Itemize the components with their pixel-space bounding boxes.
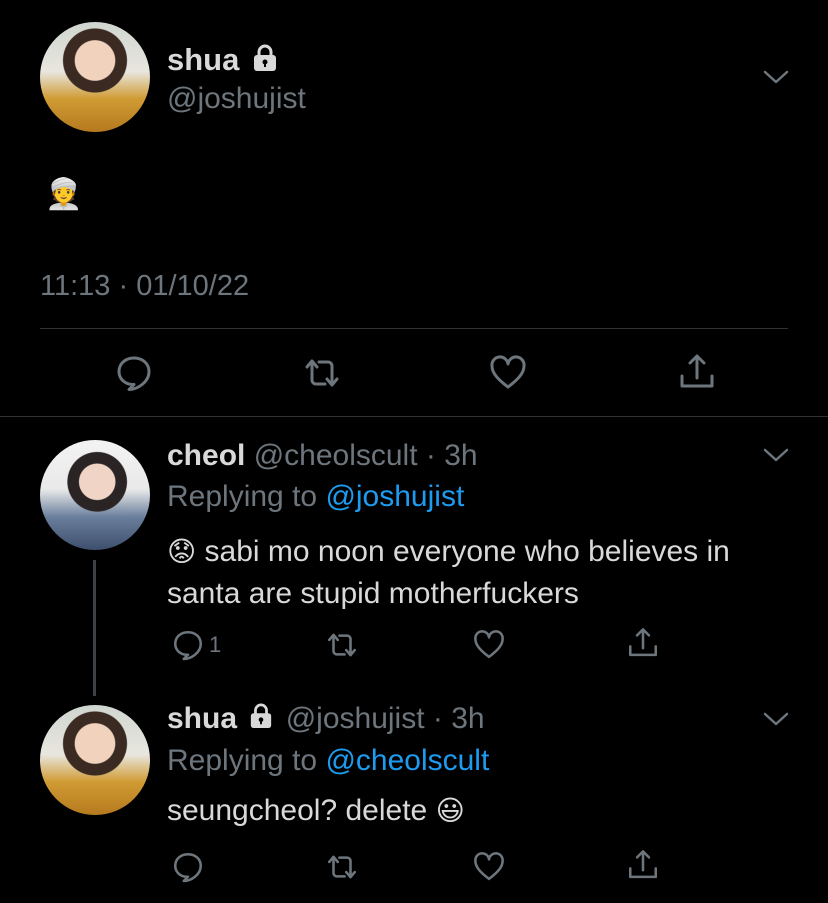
reply-icon [114,353,154,393]
author-row: cheol @cheolscult · 3h [167,436,478,476]
reply-button[interactable] [171,850,205,884]
avatar[interactable] [40,22,150,132]
handle[interactable]: @joshujist [167,80,306,118]
chevron-down-icon[interactable] [763,68,789,86]
replying-to: Replying to @joshujist [167,477,464,517]
share-button[interactable] [626,848,660,882]
heart-icon [488,353,528,393]
display-name[interactable]: shua [167,702,237,735]
chevron-down-icon[interactable] [763,446,789,464]
share-icon [626,626,660,660]
display-name[interactable]: shua [167,42,239,77]
tweet-text-line2: santa are stupid motherfuckers [167,577,579,610]
retweet-button[interactable] [301,353,343,393]
tweet-emoji: 👳 [45,178,83,211]
tweet-text: 😟 sabi mo noon everyone who believes in … [167,531,730,615]
retweet-icon [324,850,360,884]
handle[interactable]: @cheolscult [254,439,418,472]
like-button[interactable] [472,850,506,884]
avatar[interactable] [40,440,150,550]
like-button[interactable] [472,628,506,662]
tweet-text: seungcheol? delete 😃 [167,790,465,832]
tweet-text-line1: sabi mo noon everyone who believes in [204,535,730,568]
divider [40,328,788,329]
retweet-button[interactable] [324,850,360,884]
reply-count: 1 [209,632,222,657]
handle[interactable]: @joshujist [286,702,425,735]
lock-icon [252,42,278,82]
avatar[interactable] [40,705,150,815]
share-icon [677,352,717,392]
reply-button[interactable] [114,353,154,393]
lock-icon [249,700,273,740]
thread-line [93,560,96,696]
mention-link[interactable]: @cheolscult [325,744,489,777]
divider [0,416,828,417]
author-row: shua @joshujist · 3h [167,699,485,740]
tweet-emoji: 😟 [167,536,197,567]
author-row: shua [167,40,278,82]
retweet-icon [301,353,343,393]
reply-icon [171,628,205,662]
mention-link[interactable]: @joshujist [325,480,464,513]
reply-icon [171,850,205,884]
retweet-icon [324,628,360,662]
replying-label: Replying to [167,744,318,777]
tweet-timestamp: 11:13 · 01/10/22 [40,270,250,302]
share-button[interactable] [677,352,717,392]
share-icon [626,848,660,882]
replying-label: Replying to [167,480,318,513]
tweet-text-body: seungcheol? delete [167,794,428,827]
display-name[interactable]: cheol [167,439,245,472]
share-button[interactable] [626,626,660,660]
replying-to: Replying to @cheolscult [167,741,489,781]
tweet-time: · 3h [432,702,485,735]
heart-icon [472,628,506,662]
heart-icon [472,850,506,884]
retweet-button[interactable] [324,628,360,662]
tweet-time: · 3h [425,439,478,472]
tweet-emoji: 😃 [435,795,465,826]
chevron-down-icon[interactable] [763,710,789,728]
reply-button[interactable]: 1 [171,628,221,662]
like-button[interactable] [488,353,528,393]
